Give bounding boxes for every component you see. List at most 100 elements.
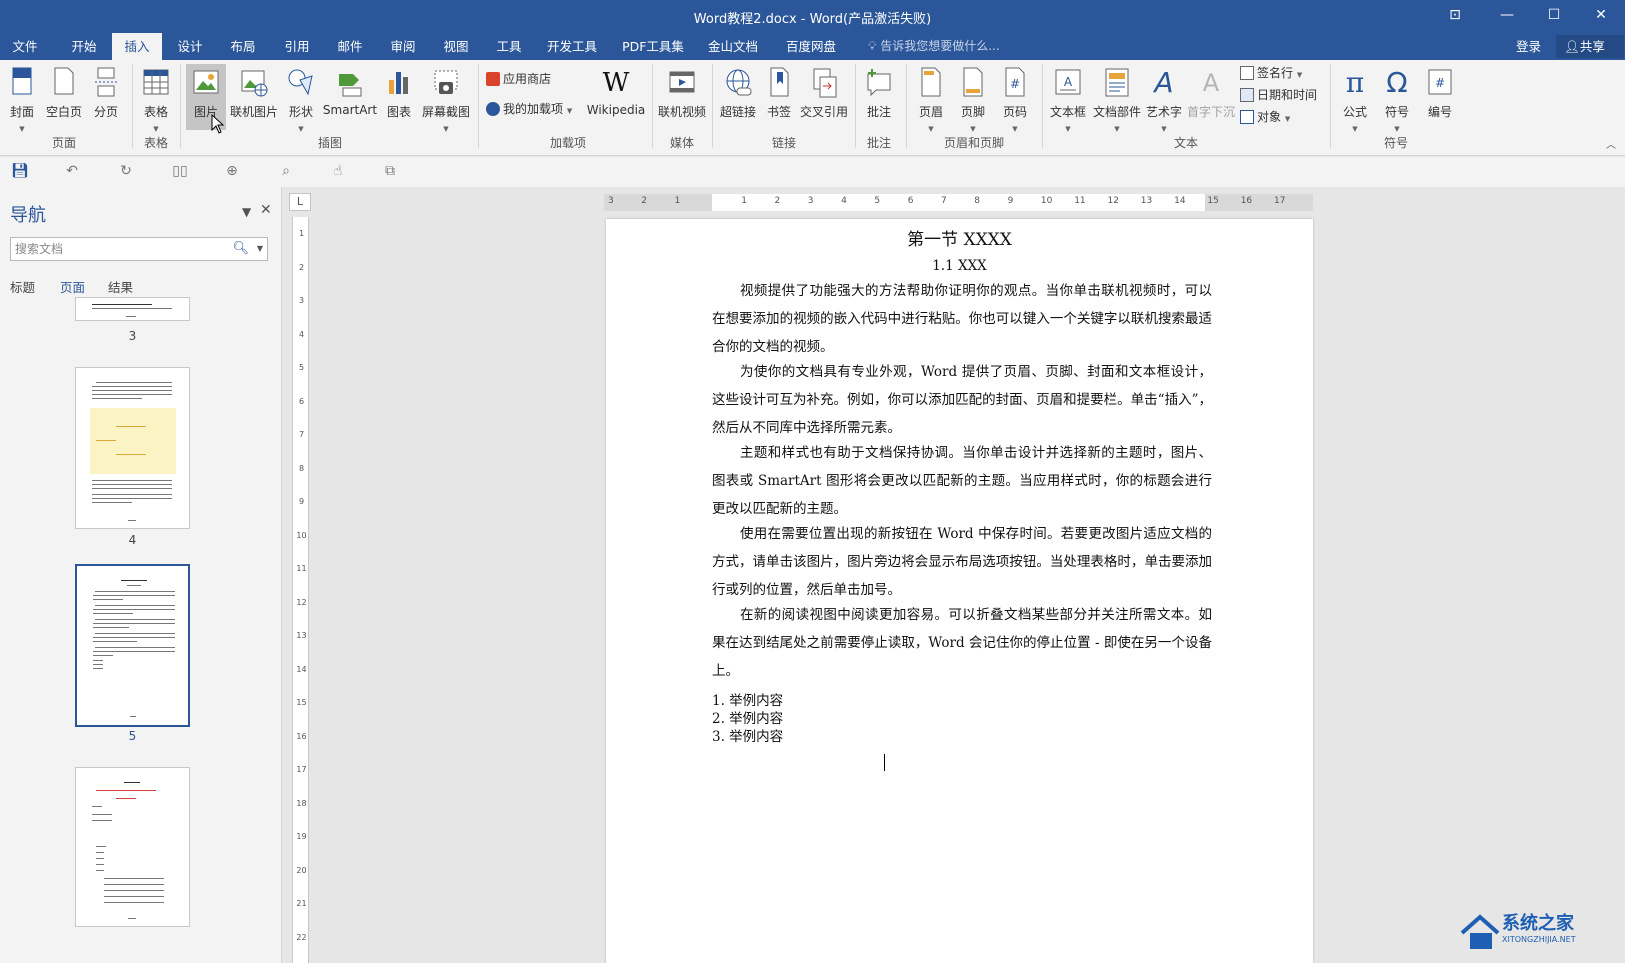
cross-reference-icon [809, 66, 839, 100]
shapes-button[interactable]: 形状 ▼ [284, 64, 318, 133]
minimize-button[interactable]: — [1484, 0, 1530, 33]
object-button[interactable]: 对象 ▼ [1240, 106, 1290, 128]
comment-button[interactable]: 批注 [860, 64, 898, 130]
store-icon [486, 72, 500, 86]
store-button[interactable]: 应用商店 [486, 68, 551, 90]
numbering-button[interactable]: # 编号 [1420, 64, 1460, 130]
table-button[interactable]: 表格 ▼ [138, 64, 174, 133]
save-icon[interactable]: 💾︎ [10, 163, 30, 181]
page-break-button[interactable]: 分页 [88, 64, 124, 130]
tell-me-text: 告诉我您想要做什么... [880, 39, 1000, 53]
page-thumbnail-5[interactable] [75, 564, 190, 727]
touch-mode-icon[interactable]: ☝︎ [328, 163, 348, 181]
nav-tab-pages[interactable]: 页面 [60, 277, 85, 296]
collapse-ribbon-icon[interactable]: ︿ [1606, 136, 1616, 151]
search-icon[interactable]: 🔍︎ [232, 238, 249, 260]
tab-insert[interactable]: 插入 [112, 33, 162, 60]
svg-text:A: A [1064, 75, 1073, 89]
my-addins-button[interactable]: 我的加载项 ▼ [486, 98, 572, 120]
nav-search-input[interactable]: 搜索文档 🔍︎ ▼ [10, 237, 268, 261]
textbox-button[interactable]: A 文本框 ▼ [1046, 64, 1090, 133]
undo-icon[interactable]: ↶ [62, 163, 82, 181]
tab-kdocs[interactable]: 金山文档 [700, 33, 766, 60]
document-page[interactable]: 第一节 XXXX 1.1 XXX 视频提供了功能强大的方法帮助你证明你的观点。当… [606, 219, 1313, 963]
nav-tab-results[interactable]: 结果 [108, 277, 133, 296]
tab-selector[interactable]: L [289, 193, 311, 211]
web-layout-icon[interactable]: ⊕ [222, 163, 242, 181]
tab-tools[interactable]: 工具 [484, 33, 534, 60]
ribbon-separator [180, 64, 181, 148]
login-link[interactable]: 登录 [1516, 33, 1541, 60]
header-button[interactable]: 页眉 ▼ [912, 64, 950, 133]
page-number-3: 3 [128, 329, 137, 343]
nav-title: 导航 [10, 205, 46, 226]
my-addins-label: 我的加载项 [503, 102, 564, 116]
signature-line-button[interactable]: 签名行 ▼ [1240, 62, 1302, 84]
page-thumbnail-3[interactable] [75, 297, 190, 321]
nav-close-icon[interactable]: ✕ [260, 202, 272, 218]
signature-icon [1240, 66, 1254, 80]
chart-button[interactable]: 图表 [382, 64, 416, 130]
footer-button[interactable]: 页脚 ▼ [954, 64, 992, 133]
page-number-5: 5 [128, 729, 137, 743]
tab-references[interactable]: 引用 [272, 33, 322, 60]
dropcap-button[interactable]: A 首字下沉 [1186, 64, 1236, 130]
nav-tab-headings[interactable]: 标题 [10, 277, 35, 296]
reading-mode-icon[interactable]: ▯▯ [170, 163, 190, 181]
tab-review[interactable]: 审阅 [378, 33, 428, 60]
tab-baidu-netdisk[interactable]: 百度网盘 [778, 33, 844, 60]
signature-label: 签名行 [1257, 66, 1294, 80]
date-time-label: 日期和时间 [1257, 88, 1318, 102]
symbol-button[interactable]: Ω 符号 ▼ [1378, 64, 1416, 133]
redo-icon[interactable]: ↻ [116, 163, 136, 181]
close-button[interactable]: ✕ [1578, 0, 1624, 33]
ruler-tick: 17 [1274, 196, 1286, 206]
list-item: 1. 举例内容 [712, 693, 784, 709]
ribbon-separator [1042, 64, 1043, 148]
horizontal-ruler[interactable]: 3 2 1 1 2 3 4 5 6 7 8 9 10 11 12 13 14 15 16 17 [604, 194, 1313, 211]
screenshot-button[interactable]: 屏幕截图 ▼ [420, 64, 472, 133]
number-icon: # [1425, 66, 1455, 100]
hyperlink-icon [723, 66, 753, 100]
ruler-tick: 17 [296, 765, 307, 774]
online-video-button[interactable]: 联机视频 [656, 64, 708, 130]
date-time-button[interactable]: 日期和时间 [1240, 84, 1317, 106]
tell-me-box[interactable]: 💡︎ 告诉我您想要做什么... [868, 33, 1000, 60]
customize-toolbar-icon[interactable]: ⧉ [380, 163, 400, 181]
ruler-tick: 5 [874, 196, 881, 206]
cover-page-button[interactable]: 封面 ▼ [4, 64, 40, 133]
ruler-tick: 8 [974, 196, 981, 206]
wordart-button[interactable]: A 艺术字 ▼ [1144, 64, 1184, 133]
wikipedia-button[interactable]: W Wikipedia [584, 64, 648, 130]
group-illustrations-label: 插图 [317, 136, 342, 150]
quick-parts-button[interactable]: 文档部件 ▼ [1092, 64, 1142, 133]
svg-text:#: # [1010, 77, 1020, 91]
tab-mailings[interactable]: 邮件 [325, 33, 375, 60]
cross-reference-button[interactable]: 交叉引用 [798, 64, 850, 130]
blank-page-button[interactable]: 空白页 [44, 64, 84, 130]
online-picture-button[interactable]: 联机图片 [228, 64, 280, 130]
tab-pdf-tools[interactable]: PDF工具集 [616, 33, 690, 60]
print-preview-icon[interactable]: ⌕ [276, 163, 296, 181]
smartart-button[interactable]: SmartArt [322, 64, 378, 130]
tab-design[interactable]: 设计 [166, 33, 214, 60]
share-button[interactable]: 👤︎共享 [1556, 35, 1624, 58]
tab-view[interactable]: 视图 [431, 33, 481, 60]
tab-layout[interactable]: 布局 [218, 33, 268, 60]
tab-home[interactable]: 开始 [58, 33, 110, 60]
ruler-tick: 5 [298, 363, 305, 372]
ruler-tick: 19 [296, 832, 307, 841]
search-dropdown-icon[interactable]: ▼ [257, 238, 263, 260]
nav-search-placeholder: 搜索文档 [15, 242, 64, 256]
maximize-button[interactable]: ☐ [1531, 0, 1577, 33]
bookmark-button[interactable]: 书签 [762, 64, 796, 130]
page-number-button[interactable]: # 页码 ▼ [996, 64, 1034, 133]
page-thumbnail-6[interactable] [75, 767, 190, 927]
ribbon-display-options-button[interactable]: ⊡ [1432, 0, 1478, 33]
equation-button[interactable]: π 公式 ▼ [1336, 64, 1374, 133]
tab-developer[interactable]: 开发工具 [538, 33, 606, 60]
hyperlink-button[interactable]: 超链接 [716, 64, 760, 130]
nav-options-icon[interactable]: ▼ [242, 205, 251, 219]
tab-file[interactable]: 文件 [0, 33, 50, 60]
page-thumbnail-4[interactable] [75, 367, 190, 529]
